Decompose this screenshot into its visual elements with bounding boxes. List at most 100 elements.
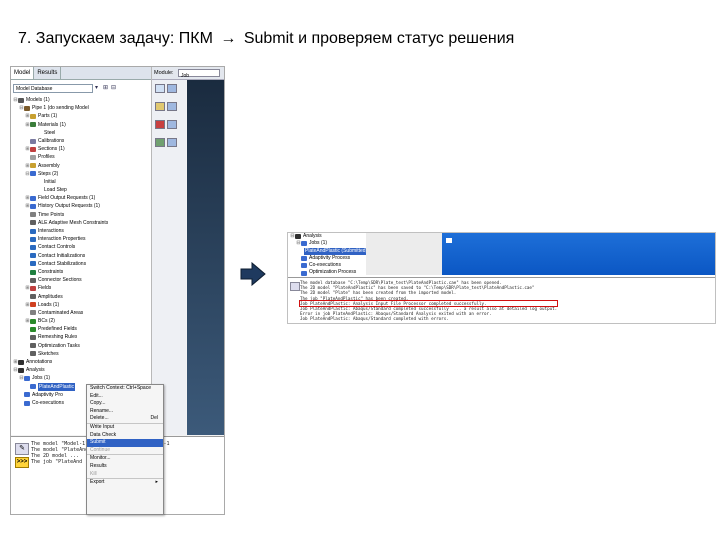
tree-item[interactable]: ⊞ Assembly bbox=[11, 162, 151, 170]
job-create-icon[interactable] bbox=[155, 84, 165, 93]
viewport-canvas[interactable] bbox=[187, 80, 224, 435]
tree-item[interactable]: ⊞ History Output Requests (1) bbox=[11, 202, 151, 210]
tree-node-icon bbox=[30, 228, 36, 234]
tree-item-label: Load Step bbox=[44, 187, 67, 194]
tree-node-icon bbox=[30, 343, 36, 349]
tree-item[interactable]: ⊟ Analysis bbox=[11, 366, 151, 374]
tree-item[interactable]: ⊞ Fields bbox=[11, 284, 151, 292]
tree-item[interactable]: ⊞ Loads (1) bbox=[11, 301, 151, 309]
tree-item[interactable]: Constraints bbox=[11, 268, 151, 276]
tree-item-label: BCs (2) bbox=[38, 318, 55, 325]
optimization-create-icon[interactable] bbox=[155, 138, 165, 147]
next-step-arrow-icon bbox=[240, 262, 266, 286]
tree-item-label: Co-executions bbox=[309, 262, 341, 269]
message-tab-icon-right[interactable] bbox=[290, 282, 300, 291]
tree-item-label: Co-executions bbox=[32, 399, 64, 406]
tree-item[interactable]: Load Step bbox=[11, 186, 151, 194]
tree-item[interactable]: Adaptivity Process bbox=[288, 255, 363, 262]
tree-item[interactable]: Remeshing Rules bbox=[11, 333, 151, 341]
context-menu-item[interactable]: Delete... Del bbox=[87, 415, 163, 423]
tree-item[interactable]: Co-executions bbox=[288, 262, 363, 269]
tab-model[interactable]: Model bbox=[11, 67, 35, 79]
tree-item[interactable]: ⊞ Sections (1) bbox=[11, 145, 151, 153]
tree-item[interactable]: ⊞ Materials (1) bbox=[11, 121, 151, 129]
context-menu-item[interactable]: Rename... bbox=[87, 408, 163, 416]
context-menu-item[interactable]: Export ▸ bbox=[87, 478, 163, 487]
adaptivity-create-icon[interactable] bbox=[155, 102, 165, 111]
menu-item-label: Results bbox=[90, 462, 107, 469]
tree-tabs: Model Results bbox=[11, 67, 151, 80]
model-database-select[interactable]: Model Database bbox=[13, 83, 93, 93]
menu-item-label: Submit bbox=[90, 439, 106, 446]
tree-node-icon bbox=[30, 204, 36, 210]
tree-item[interactable]: ⊞ Field Output Requests (1) bbox=[11, 194, 151, 202]
job-manager-icon[interactable] bbox=[167, 84, 177, 93]
message-tab-icon[interactable]: ✎ bbox=[15, 443, 29, 455]
job-context-menu: Switch Context: Ctrl+Space Edit... Copy...… bbox=[86, 384, 164, 515]
python-prompt-button[interactable]: >>> bbox=[15, 457, 29, 468]
tree-item[interactable]: ⊟ Analysis bbox=[288, 233, 363, 240]
menu-item-label: Delete... bbox=[90, 415, 109, 422]
tree-item[interactable]: ⊞ Annotations bbox=[11, 358, 151, 366]
tree-item[interactable]: Profiles bbox=[11, 153, 151, 161]
context-menu-item[interactable]: Edit... bbox=[87, 393, 163, 401]
tab-results[interactable]: Results bbox=[34, 67, 62, 79]
tree-item[interactable]: Steel bbox=[11, 129, 151, 137]
context-menu-item[interactable]: Monitor... bbox=[87, 454, 163, 463]
tree-item[interactable]: ⊟ Models (1) bbox=[11, 96, 151, 104]
module-select[interactable]: Job bbox=[178, 69, 220, 79]
tree-item[interactable]: Time Points bbox=[11, 211, 151, 219]
tree-item[interactable]: PlateAndPlastic (Submitted) bbox=[288, 247, 369, 255]
optimization-manager-icon[interactable] bbox=[167, 138, 177, 147]
tree-item[interactable]: Optimization Process bbox=[288, 269, 363, 276]
tree-item[interactable]: Contact Initializations bbox=[11, 252, 151, 260]
tree-item[interactable]: Interaction Properties bbox=[11, 235, 151, 243]
model-tree: ⊟ Models (1) ⊟ Pipe 1 (do sending Model ⊞ Par… bbox=[11, 96, 151, 407]
expand-tree-icon[interactable]: ⊞ bbox=[103, 85, 109, 91]
coexecution-manager-icon[interactable] bbox=[167, 120, 177, 129]
tree-item[interactable]: Contact Controls bbox=[11, 243, 151, 251]
collapse-tree-icon[interactable]: ⊟ bbox=[111, 85, 117, 91]
tree-item[interactable]: ALE Adaptive Mesh Constraints bbox=[11, 219, 151, 227]
tree-item-label: PlateAndPlastic bbox=[38, 382, 76, 391]
tree-item[interactable]: Predefined Fields bbox=[11, 325, 151, 333]
tree-item[interactable]: Contaminated Areas bbox=[11, 309, 151, 317]
context-menu-item[interactable]: Copy... bbox=[87, 400, 163, 408]
tree-item[interactable]: ⊟ Steps (2) bbox=[11, 170, 151, 178]
tree-node-icon bbox=[24, 105, 30, 111]
tree-node-icon bbox=[295, 234, 301, 240]
tree-item[interactable]: ⊞ Parts (1) bbox=[11, 112, 151, 120]
adaptivity-manager-icon[interactable] bbox=[167, 102, 177, 111]
tree-item[interactable]: ⊟ Jobs (1) bbox=[11, 374, 151, 382]
tree-item[interactable]: Amplitudes bbox=[11, 293, 151, 301]
tree-item-label: Adaptivity Process bbox=[309, 254, 351, 261]
context-menu-item[interactable]: Switch Context: Ctrl+Space bbox=[87, 385, 163, 393]
tree-item[interactable]: Optimization Tasks bbox=[11, 342, 151, 350]
tree-item[interactable]: Sketches bbox=[11, 350, 151, 358]
tree-item[interactable]: Calibrations bbox=[11, 137, 151, 145]
tree-item[interactable]: ⊟ Jobs (1) bbox=[288, 240, 363, 247]
tree-item[interactable]: Interactions bbox=[11, 227, 151, 235]
context-menu-item[interactable]: Results bbox=[87, 463, 163, 471]
tree-item[interactable]: Contact Stabilizations bbox=[11, 260, 151, 268]
viewport-canvas-submitted[interactable] bbox=[406, 233, 715, 275]
tree-node-icon bbox=[36, 179, 42, 185]
tree-item[interactable]: ⊟ Pipe 1 (do sending Model bbox=[11, 104, 151, 112]
message-area-submitted: The model database "C:\Temp\SDR\Plate_te… bbox=[288, 277, 715, 323]
tree-item-label: Remeshing Rules bbox=[38, 334, 78, 341]
menu-item-label: Data Check bbox=[90, 431, 117, 438]
context-menu-item[interactable]: Data Check bbox=[87, 432, 163, 440]
context-menu-item[interactable]: Submit bbox=[87, 439, 163, 447]
tree-node-icon bbox=[30, 195, 36, 201]
tree-node-icon bbox=[30, 310, 36, 316]
context-menu-item[interactable]: Write Input bbox=[87, 422, 163, 432]
tree-item-label: Contaminated Areas bbox=[38, 309, 84, 316]
menu-item-label: Kill bbox=[90, 470, 97, 477]
tree-item[interactable]: ⊞ BCs (2) bbox=[11, 317, 151, 325]
filter-icon[interactable]: ▾ bbox=[95, 85, 101, 91]
tree-node-icon bbox=[36, 187, 42, 193]
tree-item-label: Optimization Process bbox=[309, 269, 357, 276]
tree-item[interactable]: Initial bbox=[11, 178, 151, 186]
tree-item[interactable]: Connector Sections bbox=[11, 276, 151, 284]
coexecution-create-icon[interactable] bbox=[155, 120, 165, 129]
